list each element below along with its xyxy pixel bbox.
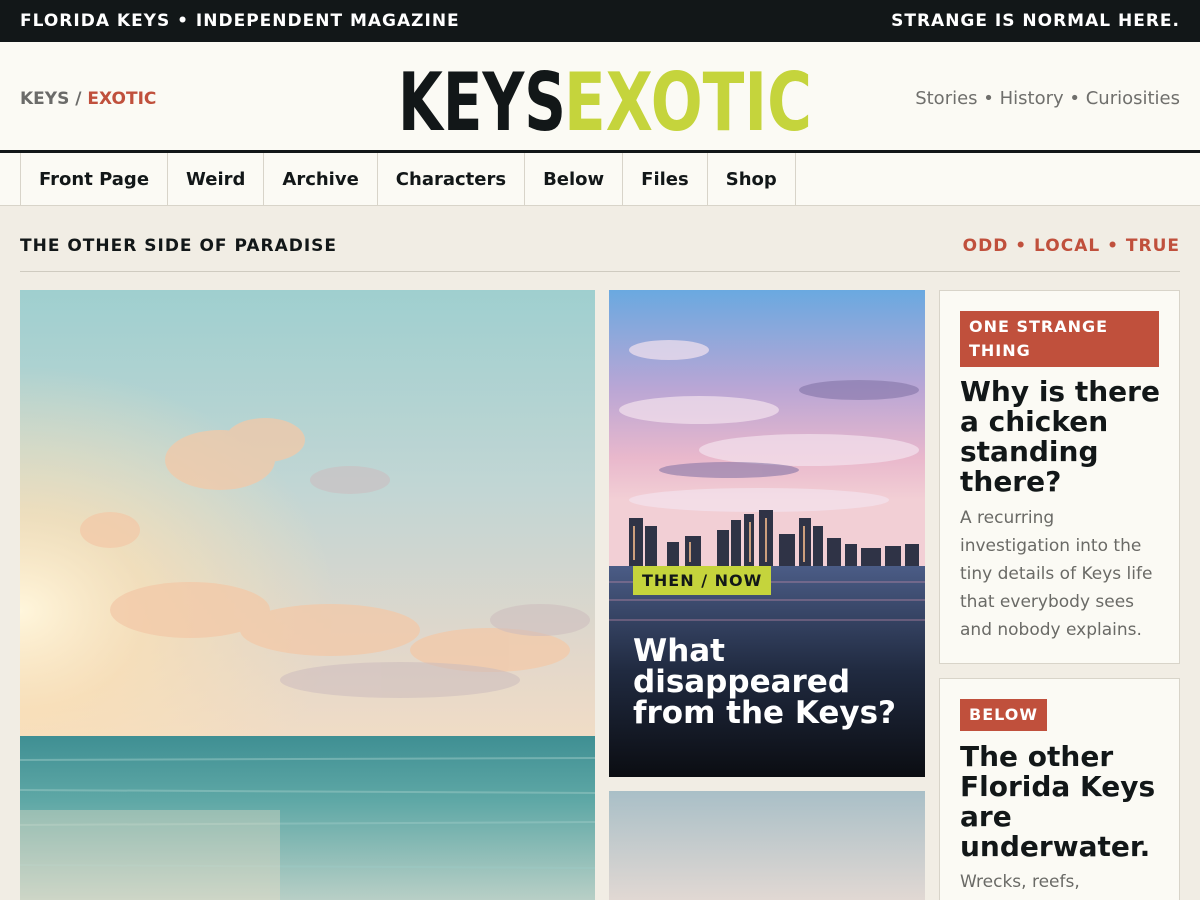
story-card-title[interactable]: The other Florida Keys are underwater. [960,742,1165,862]
nav-item-files[interactable]: Files [623,153,708,205]
masthead: KEYS / EXOTIC KEYS EXOTIC Stories • Hist… [0,42,1200,150]
story-card-below[interactable]: BELOW The other Florida Keys are underwa… [939,678,1180,900]
section-divider [20,271,1180,272]
nav-item-characters[interactable]: Characters [378,153,526,205]
section-tags: ODD • LOCAL • TRUE [962,236,1180,256]
story-card-title[interactable]: Why is there a chicken standing there? [960,377,1165,497]
feature-kicker-badge: THEN / NOW [633,566,772,595]
top-bar: FLORIDA KEYS • INDEPENDENT MAGAZINE STRA… [0,0,1200,42]
section-heading: THE OTHER SIDE OF PARADISE [20,236,338,256]
topbar-slogan: STRANGE IS NORMAL HERE. [891,11,1180,31]
breadcrumb-exotic[interactable]: EXOTIC [87,89,156,109]
secondary-story-image[interactable] [609,791,925,900]
story-card-badge: ONE STRANGE THING [960,311,1159,367]
story-card-summary: A recurring investigation into the tiny … [960,508,1153,640]
topbar-publication-label: FLORIDA KEYS • INDEPENDENT MAGAZINE [20,11,460,31]
hero-image[interactable] [20,290,595,900]
story-card-badge: BELOW [960,699,1047,731]
feature-story-card[interactable]: THEN / NOW What disappeared from the Key… [609,290,925,777]
nav-item-below[interactable]: Below [525,153,624,205]
logo-exotic-text: EXOTIC [564,56,812,140]
site-tagline: Stories • History • Curiosities [915,88,1180,109]
story-card-strange-thing[interactable]: ONE STRANGE THING Why is there a chicken… [939,290,1180,664]
nav-item-shop[interactable]: Shop [708,153,796,205]
logo-keys-text: KEYS [398,56,566,140]
breadcrumb-separator: / [75,89,82,109]
main-navigation: Front Page Weird Archive Characters Belo… [0,153,1200,206]
nav-item-weird[interactable]: Weird [168,153,265,205]
feature-headline[interactable]: What disappeared from the Keys? [633,636,903,729]
breadcrumb: KEYS / EXOTIC [20,89,156,109]
nav-item-archive[interactable]: Archive [264,153,378,205]
hero-sea-sunset-illustration [20,290,595,900]
nav-item-front-page[interactable]: Front Page [21,153,169,205]
story-card-summary: Wrecks, reefs, [960,872,1080,892]
breadcrumb-keys[interactable]: KEYS [20,89,69,109]
hazy-sky-illustration [609,791,925,900]
site-logo[interactable]: KEYS EXOTIC [398,56,812,140]
